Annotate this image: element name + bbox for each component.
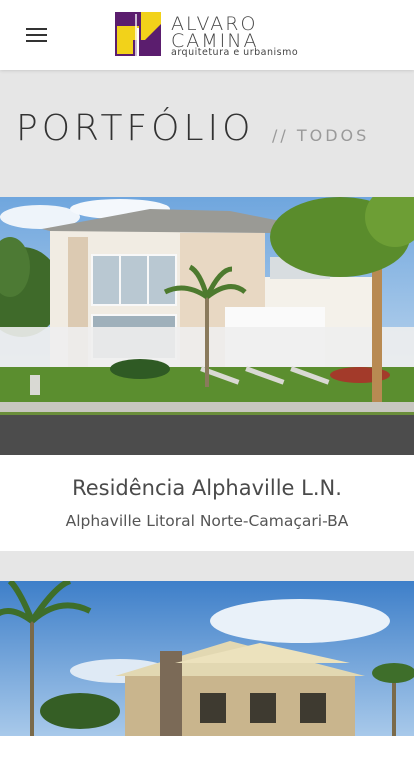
project-photo-villa[interactable] — [0, 581, 414, 736]
menu-icon-bar — [26, 40, 47, 42]
hamburger-menu-button[interactable] — [18, 20, 54, 50]
project-photo-house[interactable] — [0, 197, 414, 455]
project-location: Alphaville Litoral Norte-Camaçari-BA — [65, 512, 349, 530]
menu-icon-bar — [26, 28, 47, 30]
project-card[interactable] — [0, 581, 414, 781]
site-header: ALVARO CAMINA arquitetura e urbanismo — [0, 0, 414, 70]
category-filter[interactable]: // TODOS — [272, 126, 369, 145]
page-title: PORTFÓLIO — [16, 108, 255, 149]
logo-emblem-line — [135, 14, 137, 56]
menu-icon-bar — [26, 34, 47, 36]
brand-tagline: arquitetura e urbanismo — [171, 47, 299, 58]
project-title[interactable]: Residência Alphaville L.N. — [0, 476, 414, 500]
project-card[interactable]: Residência Alphaville L.N. Alphaville Li… — [0, 197, 414, 551]
logo-emblem-line — [137, 28, 139, 56]
